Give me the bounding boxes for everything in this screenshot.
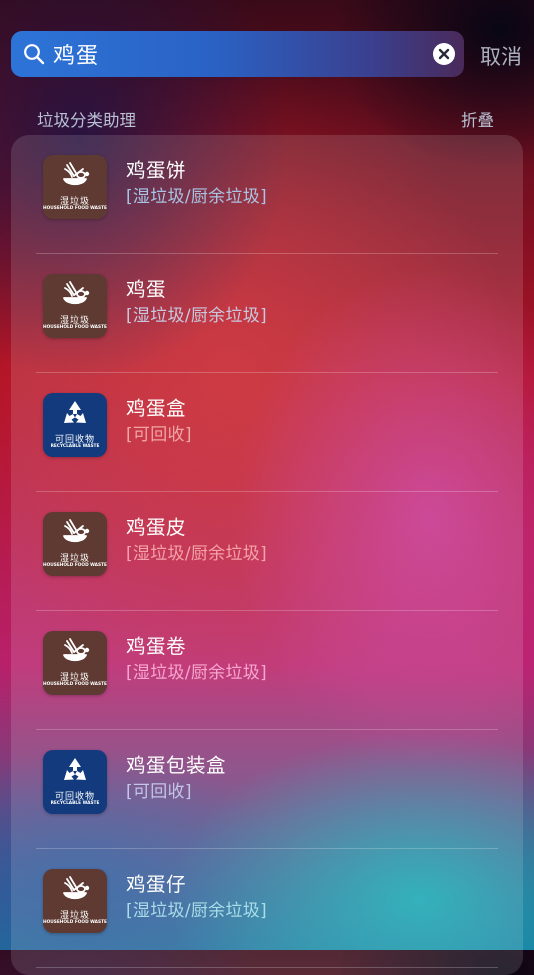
category-icon-sublabel: HOUSEHOLD FOOD WASTE: [43, 563, 107, 568]
search-bar[interactable]: [11, 31, 464, 77]
result-category: [湿垃圾/厨余垃圾]: [126, 306, 267, 326]
close-icon: [438, 48, 450, 60]
recycle-icon-art: [64, 401, 86, 423]
cancel-button[interactable]: 取消: [480, 41, 522, 71]
food-waste-icon-art: [63, 638, 90, 662]
result-name: 鸡蛋盒: [126, 397, 187, 420]
result-row[interactable]: 湿垃圾 HOUSEHOLD FOOD WASTE 鸡蛋仔 [湿垃圾/厨余垃圾]: [11, 849, 523, 968]
result-name: 鸡蛋包装盒: [126, 754, 227, 777]
food-waste-icon: 湿垃圾 HOUSEHOLD FOOD WASTE: [43, 512, 107, 576]
clear-search-button[interactable]: [433, 43, 455, 65]
result-row[interactable]: 湿垃圾 HOUSEHOLD FOOD WASTE 鸡蛋 [湿垃圾/厨余垃圾]: [11, 254, 523, 373]
category-icon-sublabel: HOUSEHOLD FOOD WASTE: [43, 920, 107, 925]
results-card: 湿垃圾 HOUSEHOLD FOOD WASTE 鸡蛋饼 [湿垃圾/厨余垃圾] …: [11, 135, 523, 975]
result-category: [湿垃圾/厨余垃圾]: [126, 663, 267, 683]
search-icon: [23, 43, 45, 65]
result-category: [湿垃圾/厨余垃圾]: [126, 901, 267, 921]
food-waste-icon: 湿垃圾 HOUSEHOLD FOOD WASTE: [43, 274, 107, 338]
recycle-icon-art: [64, 758, 86, 780]
food-waste-icon: 湿垃圾 HOUSEHOLD FOOD WASTE: [43, 631, 107, 695]
search-input[interactable]: [53, 41, 433, 67]
food-waste-icon: 湿垃圾 HOUSEHOLD FOOD WASTE: [43, 869, 107, 933]
result-row[interactable]: 可回收物 RECYCLABLE WASTE 鸡蛋包装盒 [可回收]: [11, 730, 523, 849]
category-icon-sublabel: RECYCLABLE WASTE: [50, 801, 100, 806]
result-name: 鸡蛋仔: [126, 873, 187, 896]
result-category: [可回收]: [126, 425, 192, 445]
collapse-button[interactable]: 折叠: [461, 107, 494, 131]
result-name: 鸡蛋饼: [126, 159, 187, 182]
recycle-icon: 可回收物 RECYCLABLE WASTE: [43, 393, 107, 457]
result-name: 鸡蛋: [126, 278, 167, 301]
food-waste-icon-art: [63, 876, 90, 900]
result-name: 鸡蛋卷: [126, 635, 187, 658]
category-icon-sublabel: HOUSEHOLD FOOD WASTE: [43, 682, 107, 687]
food-waste-icon-art: [63, 281, 90, 305]
food-waste-icon-art: [63, 162, 90, 186]
category-icon-sublabel: HOUSEHOLD FOOD WASTE: [43, 325, 107, 330]
row-divider: [36, 967, 498, 968]
result-category: [可回收]: [126, 782, 192, 802]
result-row[interactable]: 可回收物 RECYCLABLE WASTE 鸡蛋盒 [可回收]: [11, 373, 523, 492]
result-category: [湿垃圾/厨余垃圾]: [126, 187, 267, 207]
category-icon-sublabel: RECYCLABLE WASTE: [50, 444, 100, 449]
result-row[interactable]: 湿垃圾 HOUSEHOLD FOOD WASTE 鸡蛋皮 [湿垃圾/厨余垃圾]: [11, 492, 523, 611]
section-title: 垃圾分类助理: [37, 111, 136, 130]
result-row[interactable]: 湿垃圾 HOUSEHOLD FOOD WASTE 鸡蛋饼 [湿垃圾/厨余垃圾]: [11, 135, 523, 254]
food-waste-icon-art: [63, 519, 90, 543]
result-row[interactable]: 湿垃圾 HOUSEHOLD FOOD WASTE 鸡蛋卷 [湿垃圾/厨余垃圾]: [11, 611, 523, 730]
result-name: 鸡蛋皮: [126, 516, 187, 539]
food-waste-icon: 湿垃圾 HOUSEHOLD FOOD WASTE: [43, 155, 107, 219]
category-icon-sublabel: HOUSEHOLD FOOD WASTE: [43, 206, 107, 211]
recycle-icon: 可回收物 RECYCLABLE WASTE: [43, 750, 107, 814]
result-category: [湿垃圾/厨余垃圾]: [126, 544, 267, 564]
